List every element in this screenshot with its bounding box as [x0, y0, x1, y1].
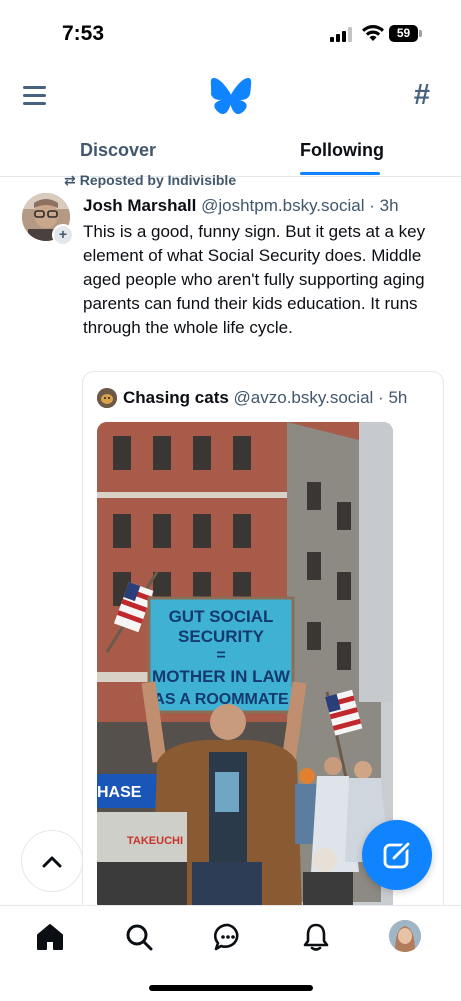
feed-tabs: Discover Following: [0, 126, 461, 177]
cellular-signal-icon: [330, 27, 352, 42]
chevron-up-icon: [42, 856, 62, 868]
repost-icon: ⇄: [64, 172, 76, 188]
butterfly-icon[interactable]: [210, 78, 252, 114]
machine-label-text: TAKEUCHI: [127, 835, 183, 847]
sign-line-2: SECURITY: [178, 627, 265, 646]
app-header: #: [0, 62, 461, 126]
quote-image[interactable]: HASE GUT SOCIAL SECURITY = MOTHER IN LAW…: [97, 422, 393, 912]
quote-timestamp[interactable]: 5h: [388, 388, 407, 407]
post-text: This is a good, funny sign. But it gets …: [83, 222, 426, 337]
follow-plus-badge[interactable]: +: [52, 224, 74, 246]
hash-icon[interactable]: #: [407, 80, 437, 110]
post-separator: ·: [364, 196, 380, 215]
quote-avatar-photo: [97, 388, 117, 408]
status-time: 7:53: [62, 22, 105, 45]
compose-button[interactable]: [362, 820, 432, 890]
tab-following[interactable]: Following: [300, 140, 384, 161]
battery-indicator: 59: [389, 25, 423, 42]
post-author-name[interactable]: Josh Marshall: [83, 196, 196, 215]
post-timestamp[interactable]: 3h: [380, 196, 399, 215]
bell-icon[interactable]: [301, 922, 331, 952]
quote-avatar[interactable]: [97, 388, 117, 408]
quote-author-handle[interactable]: @avzo.bsky.social: [234, 388, 374, 407]
status-bar: 7:53 59: [0, 0, 461, 62]
repost-label: Reposted by Indivisible: [79, 172, 237, 188]
sign-line-1: GUT SOCIAL: [169, 607, 274, 626]
menu-icon[interactable]: [20, 82, 50, 108]
search-icon[interactable]: [124, 922, 154, 952]
compose-icon: [383, 841, 411, 869]
quote-separator: ·: [373, 388, 389, 407]
active-tab-indicator: [300, 172, 380, 175]
repost-indicator[interactable]: ⇄ Reposted by Indivisible: [64, 172, 236, 189]
profile-avatar[interactable]: [389, 920, 421, 952]
battery-level: 59: [389, 25, 418, 42]
scroll-to-top-button[interactable]: [21, 830, 83, 892]
post-author-handle[interactable]: @joshtpm.bsky.social: [201, 196, 364, 215]
tab-discover[interactable]: Discover: [80, 140, 156, 161]
profile-photo: [389, 920, 421, 952]
home-indicator: [149, 985, 313, 991]
protest-photo: HASE GUT SOCIAL SECURITY = MOTHER IN LAW…: [97, 422, 393, 912]
chat-icon[interactable]: [213, 922, 243, 952]
post-header: Josh Marshall @joshtpm.bsky.social · 3h: [83, 196, 453, 216]
bank-sign-text: HASE: [97, 784, 142, 801]
sign-line-3: =: [216, 647, 225, 664]
quote-author-name[interactable]: Chasing cats: [123, 388, 229, 407]
battery-cap: [419, 30, 422, 37]
home-icon[interactable]: [35, 922, 65, 952]
quote-header: Chasing cats @avzo.bsky.social · 5h: [123, 388, 407, 408]
sign-line-4: MOTHER IN LAW: [152, 667, 291, 686]
wifi-icon: [362, 25, 384, 41]
